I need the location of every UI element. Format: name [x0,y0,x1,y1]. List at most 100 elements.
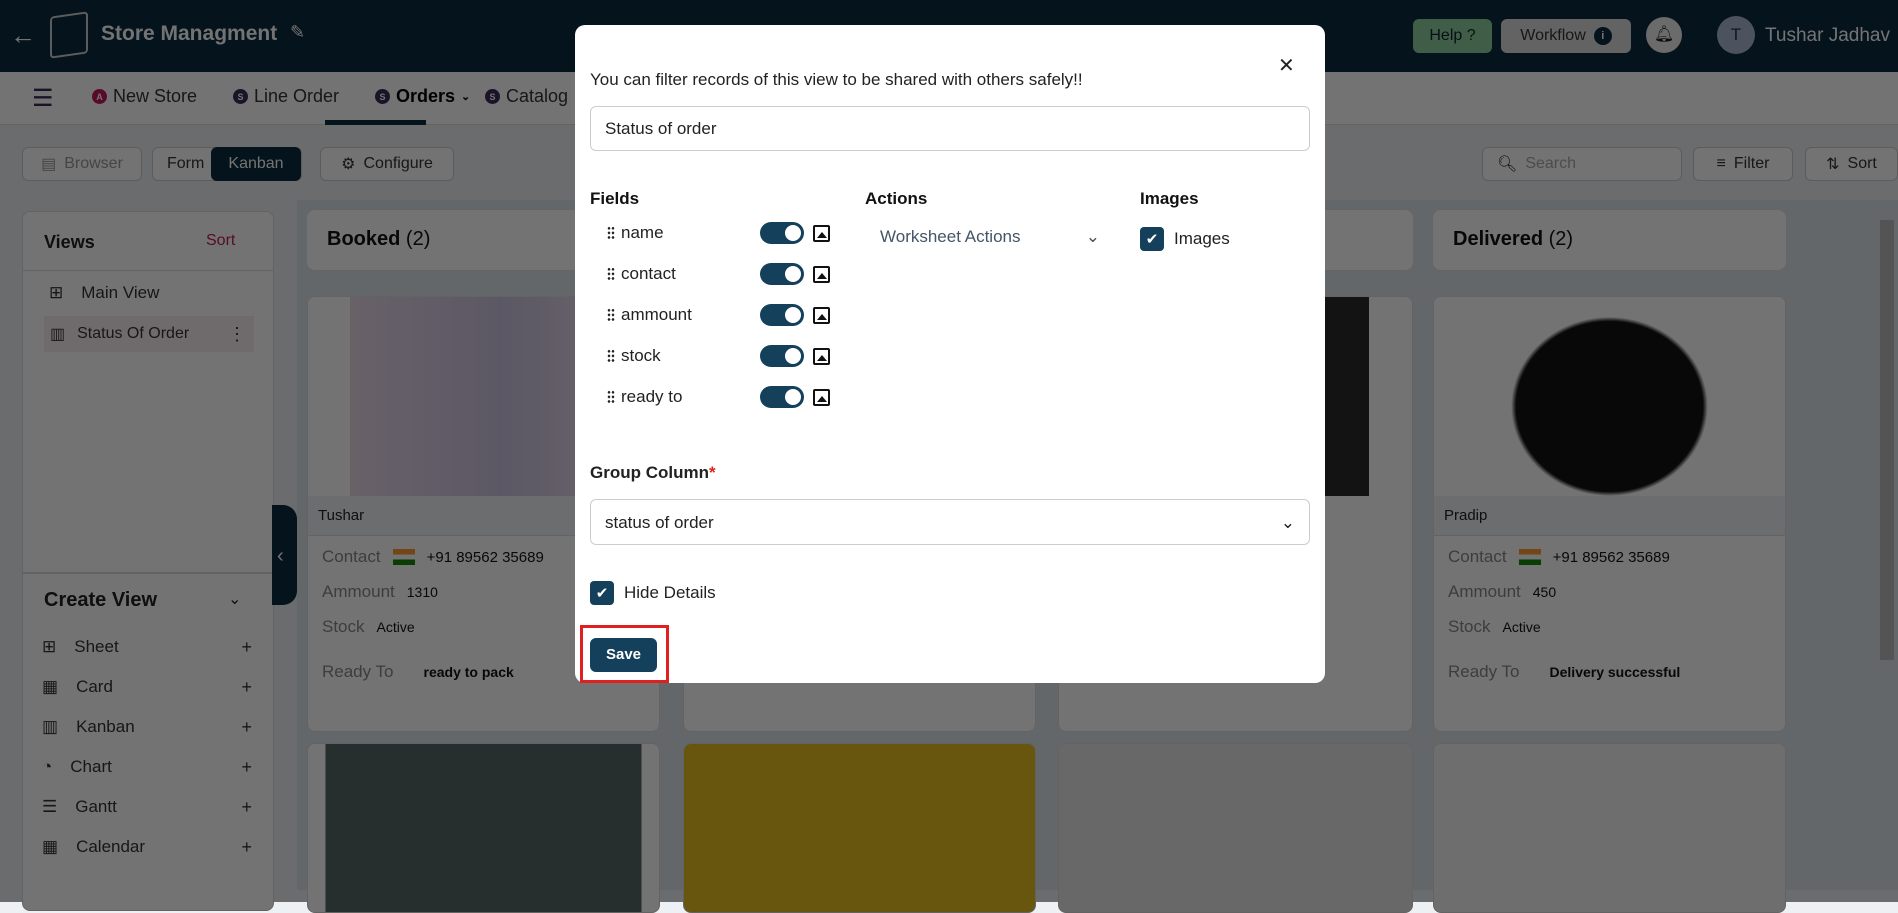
search-placeholder: Search [1525,155,1577,172]
create-view-chart[interactable]: ◔ Chart + [42,757,252,777]
image-icon[interactable] [813,265,830,283]
edit-icon[interactable]: ✎ [290,22,305,43]
modal-message: You can filter records of this view to b… [590,70,1083,89]
kanban-card[interactable] [1433,743,1786,913]
tab-line-order[interactable]: S Line Order [233,86,339,107]
tab-orders[interactable]: S Orders ⌄ [375,86,470,107]
filter-label: Filter [1733,155,1770,172]
plus-icon[interactable]: + [241,797,252,818]
tab-badge: A [92,89,107,104]
create-view-kanban[interactable]: ▥ Kanban + [42,717,252,737]
workflow-button[interactable]: Workflow i [1501,19,1631,53]
field-visibility-toggle[interactable] [760,304,804,326]
drag-handle-icon[interactable] [607,308,615,322]
browser-label: Browser [64,155,123,172]
view-status-of-order[interactable]: ▥ Status Of Order ⋮ [44,316,254,352]
help-button[interactable]: Help ? [1413,19,1492,53]
create-view-card[interactable]: ▦ Card + [42,677,252,697]
field-value: +91 89562 35689 [1552,548,1670,566]
field-visibility-toggle[interactable] [760,345,804,367]
drag-handle-icon[interactable] [607,349,615,363]
view-label: Main View [81,283,160,302]
drag-handle-icon[interactable] [607,390,615,404]
field-row: ready to [607,386,832,408]
field-row: stock [607,345,832,367]
required-mark: * [708,463,716,482]
sort-label: Sort [1847,155,1877,172]
sort-button[interactable]: ⇅ Sort [1805,147,1898,181]
tab-badge: S [485,89,500,104]
plus-icon[interactable]: + [241,837,252,858]
image-icon[interactable] [813,347,830,365]
app-title: Store Managment [101,22,278,45]
field-label: Ready To [322,662,394,681]
card-ready-to: Ready To Delivery successful [1448,662,1680,682]
card-amount: Ammount 450 [1448,582,1556,602]
back-arrow-icon[interactable]: ← [10,20,36,51]
image-icon[interactable] [813,306,830,324]
image-icon[interactable] [813,224,830,242]
plus-icon[interactable]: + [241,637,252,658]
create-view-label: Gantt [75,797,117,816]
vertical-scrollbar[interactable] [1880,220,1894,660]
more-vertical-icon[interactable]: ⋮ [228,324,246,345]
field-visibility-toggle[interactable] [760,222,804,244]
india-flag-icon [1518,549,1541,565]
bell-icon[interactable]: 🔔︎ [1646,17,1682,53]
tab-new-store[interactable]: A New Store [92,86,197,107]
image-icon[interactable] [813,388,830,406]
browser-icon: ▤ [41,156,57,173]
drag-handle-icon[interactable] [607,226,615,240]
field-visibility-toggle[interactable] [760,386,804,408]
kanban-button[interactable]: Kanban [211,147,301,181]
field-label: Stock [322,617,365,636]
kanban-card[interactable] [1058,743,1413,913]
column-title: Booked [327,228,401,250]
card-stock: Stock Active [322,617,415,637]
create-view-gantt[interactable]: ☰ Gantt + [42,797,252,817]
plus-icon[interactable]: + [241,677,252,698]
field-name: name [621,223,664,242]
view-name-input[interactable]: Status of order [590,106,1310,151]
view-main-view[interactable]: ⊞ Main View [49,283,259,303]
chevron-down-icon[interactable]: ⌄ [228,589,241,609]
kanban-card[interactable]: Pradip Contact +91 89562 35689 Ammount 450… [1433,296,1786,732]
tab-catalog[interactable]: S Catalog [485,86,568,107]
create-view-label: Sheet [74,637,119,656]
kanban-card[interactable] [683,743,1036,913]
column-count: (2) [1548,228,1574,250]
fields-heading: Fields [590,189,640,208]
close-icon[interactable]: ✕ [1278,53,1295,78]
checkbox-checked-icon: ✔ [590,581,614,605]
actions-dropdown[interactable]: Worksheet Actions ⌄ [880,227,1100,247]
hide-details-checkbox[interactable]: ✔ Hide Details [590,581,716,605]
filter-button[interactable]: ≡ Filter [1693,147,1793,181]
grid-icon: ⊞ [49,283,64,302]
card-icon: ▦ [42,677,59,696]
create-view-label: Kanban [76,717,135,736]
create-view-sheet[interactable]: ⊞ Sheet + [42,637,252,657]
browser-button[interactable]: ▤ Browser [22,147,142,181]
card-contact: Contact +91 89562 35689 [322,547,544,567]
save-button[interactable]: Save [590,638,657,672]
create-view-calendar[interactable]: ▦ Calendar + [42,837,252,857]
group-column-select[interactable]: status of order ⌄ [590,499,1310,545]
configure-button[interactable]: ⚙ Configure [320,147,454,181]
field-value: Active [376,619,415,635]
plus-icon[interactable]: + [241,757,252,778]
card-image [1434,297,1785,496]
user-name[interactable]: Tushar Jadhav [1765,25,1890,47]
avatar[interactable]: T [1717,16,1755,54]
plus-icon[interactable]: + [241,717,252,738]
images-checkbox[interactable]: ✔ Images [1140,227,1230,251]
actions-value: Worksheet Actions [880,227,1021,246]
card-contact: Contact +91 89562 35689 [1448,547,1670,567]
collapse-sidebar-button[interactable]: ‹ [272,505,297,605]
drag-handle-icon[interactable] [607,267,615,281]
field-visibility-toggle[interactable] [760,263,804,285]
search-input[interactable]: 🔍︎ Search [1482,147,1682,181]
kanban-card[interactable] [307,743,660,913]
views-sort-link[interactable]: Sort [206,232,235,250]
menu-icon[interactable]: ☰ [32,84,54,113]
chevron-down-icon[interactable]: ⌄ [461,90,470,103]
